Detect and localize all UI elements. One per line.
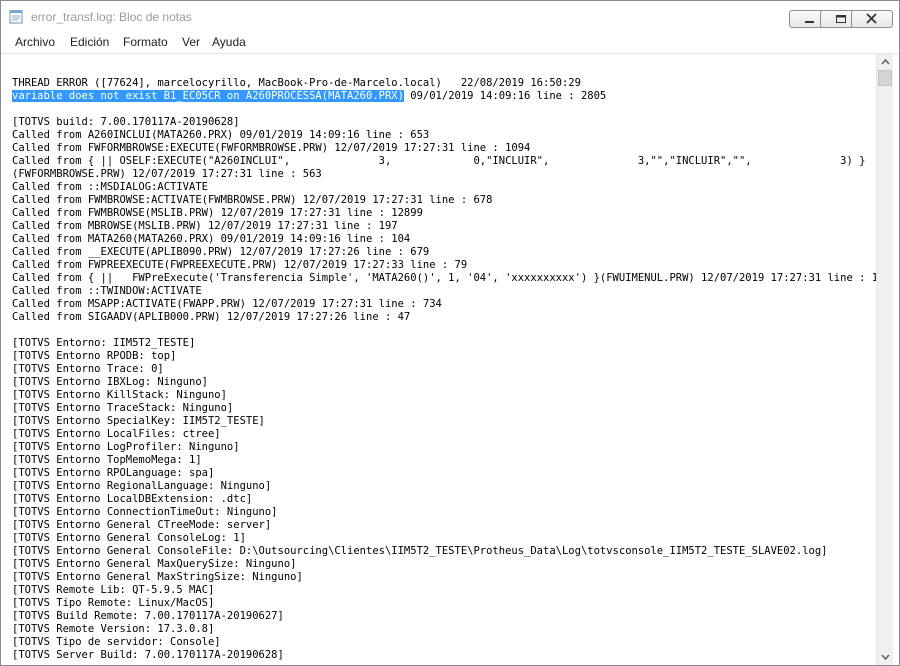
title-bar[interactable]: error_transf.log: Bloc de notas xyxy=(1,1,899,31)
text-line: [TOTVS build: 7.00.170117A-20190628] xyxy=(12,116,240,128)
text-line: Called from MSAPP:ACTIVATE(FWAPP.PRW) 12… xyxy=(12,298,442,310)
notepad-icon xyxy=(9,10,23,24)
text-line: [TOTVS Entorno LocalFiles: ctree] xyxy=(12,428,221,440)
text-line: [TOTVS Tipo Remote: Linux/MacOS] xyxy=(12,597,215,609)
text-line: [TOTVS Entorno ConnectionTimeOut: Ningun… xyxy=(12,506,278,518)
text-line: Called from FWFORMBROWSE:EXECUTE(FWFORMB… xyxy=(12,142,531,154)
scroll-thumb[interactable] xyxy=(878,70,892,86)
text-line: Called from ::TWINDOW:ACTIVATE xyxy=(12,285,202,297)
text-line: [TOTVS Server Build: 7.00.170117A-201906… xyxy=(12,649,284,661)
notepad-window: error_transf.log: Bloc de notas Archivo … xyxy=(0,0,900,666)
text-line: Called from A260INCLUI(MATA260.PRX) 09/0… xyxy=(12,129,430,141)
text-line: [TOTVS Entorno RPOLanguage: spa] xyxy=(12,467,215,479)
text-line: [TOTVS Tipo de servidor: Console] xyxy=(12,636,221,648)
menu-ayuda[interactable]: Ayuda xyxy=(212,35,246,49)
text-line xyxy=(12,324,876,337)
text-line: [TOTVS Entorno IBXLog: Ninguno] xyxy=(12,376,208,388)
text-line: [TOTVS Entorno General MaxStringSize: Ni… xyxy=(12,571,303,583)
text-line: [TOTVS Entorno SpecialKey: IIM5T2_TESTE] xyxy=(12,415,265,427)
scroll-up-icon[interactable] xyxy=(877,54,894,71)
scroll-down-icon[interactable] xyxy=(877,648,894,665)
text-line: [TOTVS Entorno General ConsoleFile: D:\O… xyxy=(12,545,828,557)
text-line: Called from { || OSELF:EXECUTE("A260INCL… xyxy=(12,155,866,167)
menu-archivo[interactable]: Archivo xyxy=(15,35,55,49)
menu-bar: Archivo Edición Formato Ver Ayuda xyxy=(1,31,899,54)
text-line: [TOTVS Entorno: IIM5T2_TESTE] xyxy=(12,337,196,349)
text-line: [TOTVS Entorno KillStack: Ninguno] xyxy=(12,389,227,401)
menu-formato[interactable]: Formato xyxy=(123,35,168,49)
selected-line-rest: 09/01/2019 14:09:16 line : 2805 xyxy=(403,90,607,102)
text-line: [TOTVS Build Remote: 7.00.170117A-201906… xyxy=(12,610,284,622)
text-line: Called from __EXECUTE(APLIB090.PRW) 12/0… xyxy=(12,246,430,258)
text-line: [TOTVS Entorno General MaxQuerySize: Nin… xyxy=(12,558,297,570)
menu-edicion[interactable]: Edición xyxy=(70,35,109,49)
text-line: (FWFORMBROWSE.PRW) 12/07/2019 17:27:31 l… xyxy=(12,168,322,180)
text-line: [TOTVS Remote Lib: QT-5.9.5 MAC] xyxy=(12,584,215,596)
document-text: THREAD ERROR ([77624], marcelocyrillo, M… xyxy=(12,64,876,662)
text-line: [TOTVS Entorno TraceStack: Ninguno] xyxy=(12,402,234,414)
window-border xyxy=(893,54,899,665)
menu-ver[interactable]: Ver xyxy=(182,35,200,49)
text-line xyxy=(12,64,876,77)
text-line: [TOTVS Entorno General CTreeMode: server… xyxy=(12,519,272,531)
vertical-scrollbar[interactable] xyxy=(876,54,894,665)
text-line: Called from MATA260(MATA260.PRX) 09/01/2… xyxy=(12,233,411,245)
text-line: [TOTVS Entorno TopMemoMega: 1] xyxy=(12,454,202,466)
text-selection: variable does not exist B1_EC05CR on A26… xyxy=(12,90,404,102)
text-line: [TOTVS Entorno LogProfiler: Ninguno] xyxy=(12,441,240,453)
text-line: Called from FWMBROWSE(MSLIB.PRW) 12/07/2… xyxy=(12,207,423,219)
text-line: [TOTVS Entorno LocalDBExtension: .dtc] xyxy=(12,493,253,505)
text-line: [TOTVS Entorno General ConsoleLog: 1] xyxy=(12,532,246,544)
selected-text-line: variable does not exist B1_EC05CR on A26… xyxy=(12,90,876,103)
text-line: Called from MBROWSE(MSLIB.PRW) 12/07/201… xyxy=(12,220,398,232)
text-editor[interactable]: THREAD ERROR ([77624], marcelocyrillo, M… xyxy=(1,54,876,665)
text-line xyxy=(12,103,876,116)
text-line: [TOTVS Entorno RPODB: top] xyxy=(12,350,177,362)
text-line: Called from ::MSDIALOG:ACTIVATE xyxy=(12,181,208,193)
text-line: [TOTVS Remote Version: 17.3.0.8] xyxy=(12,623,215,635)
close-icon xyxy=(866,13,877,24)
text-line: Called from { || FWPreExecute('Transfere… xyxy=(12,272,876,284)
text-line: THREAD ERROR ([77624], marcelocyrillo, M… xyxy=(12,77,581,89)
close-button[interactable] xyxy=(851,10,893,28)
text-line: [TOTVS Entorno RegionalLanguage: Ninguno… xyxy=(12,480,272,492)
text-line: [TOTVS Entorno Trace: 0] xyxy=(12,363,164,375)
text-line: Called from SIGAADV(APLIB000.PRW) 12/07/… xyxy=(12,311,411,323)
text-line: Called from FWPREEXECUTE(FWPREEXECUTE.PR… xyxy=(12,259,468,271)
text-line: Called from FWMBROWSE:ACTIVATE(FWMBROWSE… xyxy=(12,194,493,206)
window-title: error_transf.log: Bloc de notas xyxy=(31,10,192,24)
